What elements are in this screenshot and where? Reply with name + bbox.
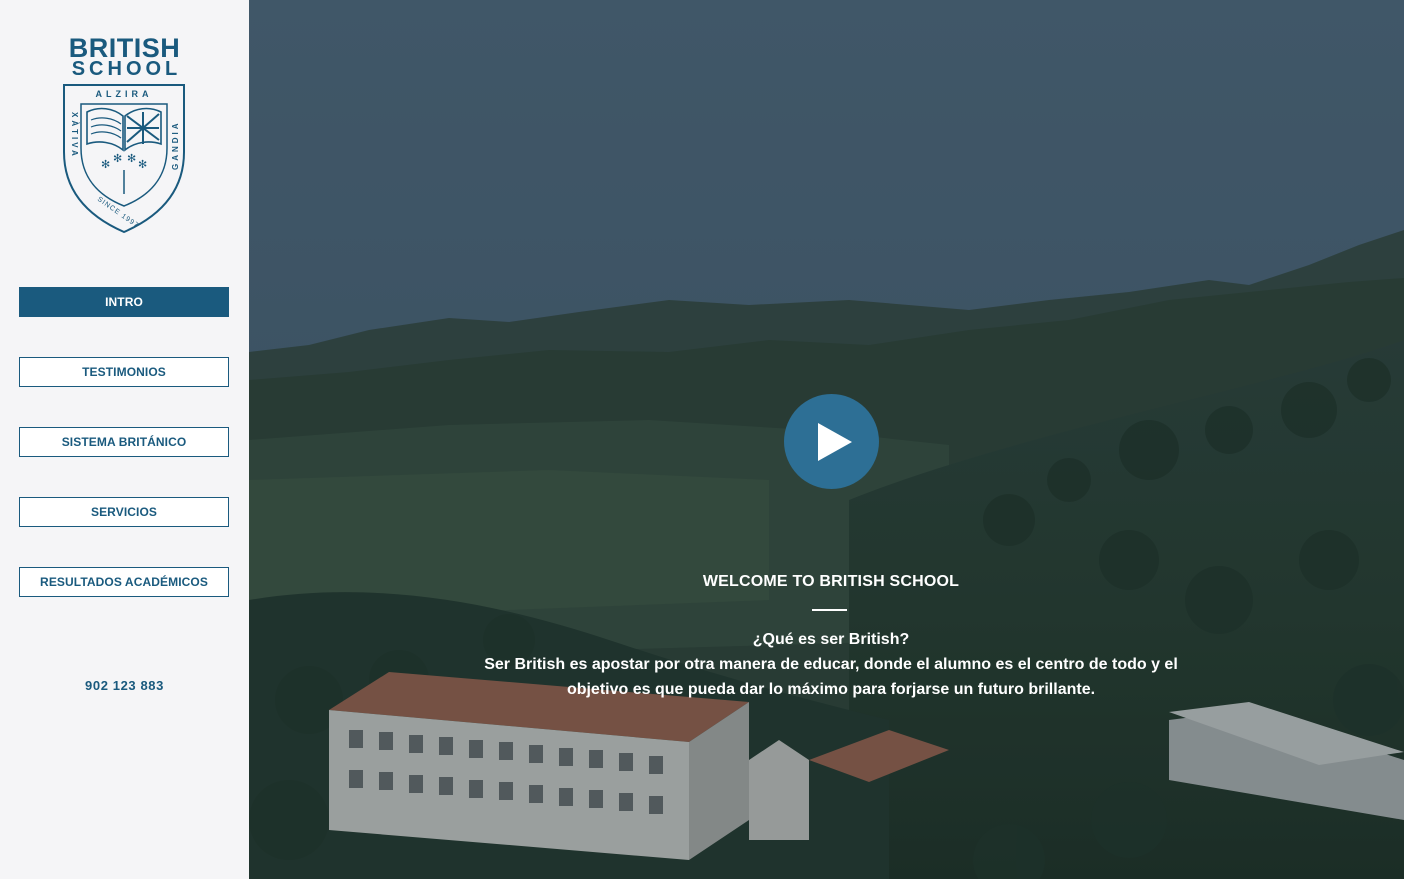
nav-item-servicios[interactable]: SERVICIOS [19,497,229,527]
logo-text-school: SCHOOL [71,58,182,80]
svg-text:GANDIA: GANDIA [171,120,180,170]
svg-text:XÀTIVA: XÀTIVA [70,112,79,159]
svg-text:✻: ✻ [138,158,147,171]
main-nav: INTRO TESTIMONIOS SISTEMA BRITÁNICO SERV… [19,287,229,637]
svg-text:✻: ✻ [127,152,136,165]
hero-body: Ser British es apostar por otra manera d… [484,656,1178,698]
svg-text:✻: ✻ [101,158,110,171]
hero-text: ¿Qué es ser British? Ser British es apos… [481,627,1181,702]
hero-heading: WELCOME TO BRITISH SCHOOL [702,573,960,590]
crest-icon: ALZIRA XÀTIVA GANDIA SINCE 1997 ✻ ✻ ✻ ✻ [63,84,185,234]
hero-section: WELCOME TO BRITISH SCHOOL ¿Qué es ser Br… [249,0,1404,879]
nav-item-testimonios[interactable]: TESTIMONIOS [19,357,229,387]
nav-item-resultados-academicos[interactable]: RESULTADOS ACADÉMICOS [19,567,229,597]
nav-item-intro[interactable]: INTRO [19,287,229,317]
school-logo[interactable]: BRITISH SCHOOL ALZIRA XÀTIVA GANDIA SINC… [0,0,249,250]
svg-text:✻: ✻ [113,152,122,165]
hero-question: ¿Qué es ser British? [752,631,910,648]
svg-text:ALZIRA: ALZIRA [96,89,153,99]
sidebar: BRITISH SCHOOL ALZIRA XÀTIVA GANDIA SINC… [0,0,249,879]
play-icon [817,422,852,461]
play-button[interactable] [784,394,879,489]
hero-divider [812,609,847,611]
nav-item-sistema-britanico[interactable]: SISTEMA BRITÁNICO [19,427,229,457]
phone-number[interactable]: 902 123 883 [0,678,249,693]
